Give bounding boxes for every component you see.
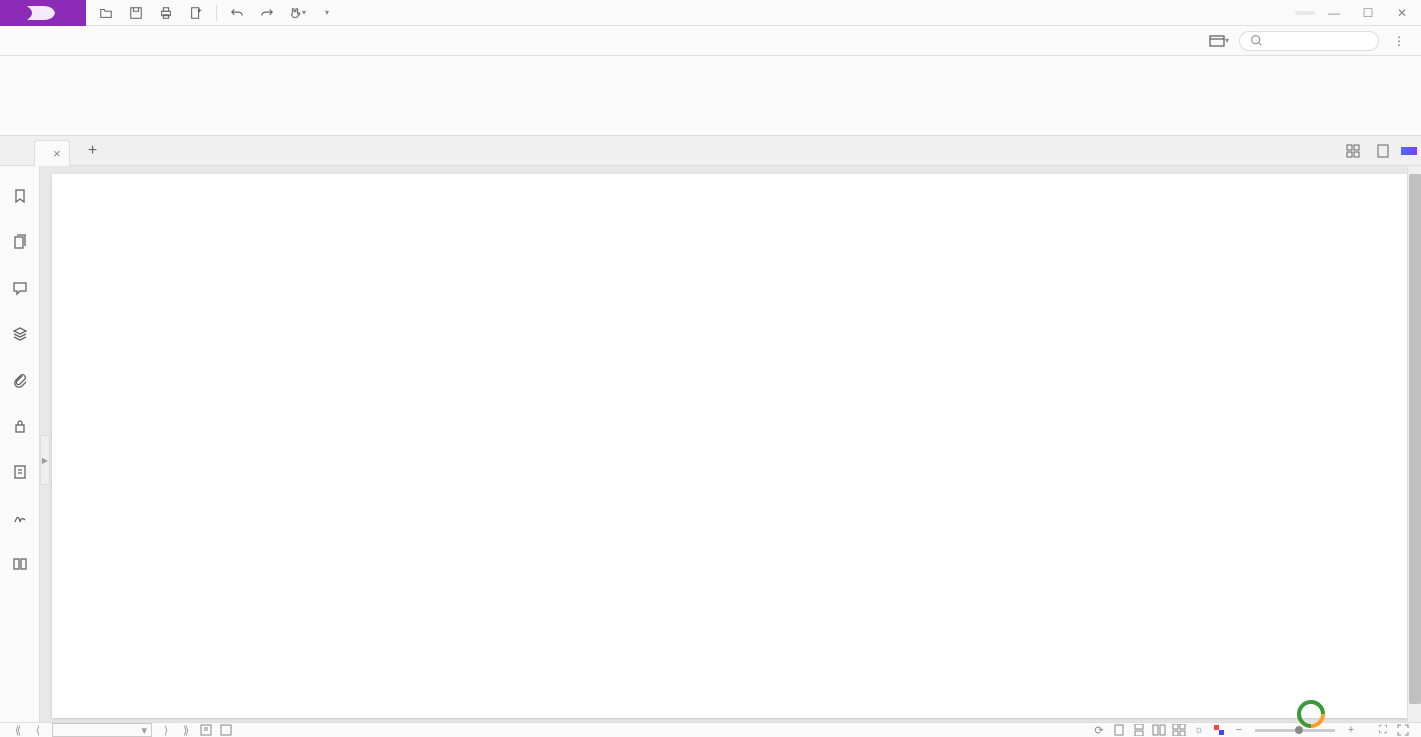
pdf-page — [52, 174, 1411, 718]
fields-panel-icon[interactable] — [8, 460, 32, 484]
left-sidebar — [0, 166, 40, 722]
promo-banner[interactable] — [1401, 147, 1417, 155]
search-box[interactable] — [1239, 31, 1379, 51]
brightness-icon[interactable]: ☼ — [1189, 723, 1209, 737]
document-tab[interactable]: × — [34, 140, 70, 166]
view-options-icon[interactable]: ▾ — [1207, 29, 1231, 53]
facing-icon[interactable] — [1149, 723, 1169, 737]
more-icon[interactable]: ⋮ — [1387, 29, 1411, 53]
page-number-input[interactable]: ▾ — [52, 723, 152, 737]
qat-dropdown-icon[interactable]: ▾ — [313, 1, 341, 25]
statusbar: ⟪ ⟨ ▾ ⟩ ⟫ ⟳ ☼ − + ⛶ — [0, 722, 1421, 737]
single-view-icon[interactable] — [1371, 139, 1395, 163]
vertical-scrollbar[interactable] — [1407, 166, 1421, 722]
close-button[interactable]: ✕ — [1387, 1, 1417, 25]
zoom-out-button[interactable]: − — [1229, 723, 1249, 737]
new-doc-icon[interactable] — [182, 1, 210, 25]
search-icon — [1250, 34, 1263, 47]
document-view[interactable] — [40, 166, 1421, 722]
save-icon[interactable] — [122, 1, 150, 25]
login-button[interactable] — [1295, 11, 1315, 15]
main-area: ▶ — [0, 166, 1421, 722]
continuous-icon[interactable] — [1129, 723, 1149, 737]
layers-panel-icon[interactable] — [8, 322, 32, 346]
single-page-icon[interactable] — [1109, 723, 1129, 737]
signature-panel-icon[interactable] — [8, 506, 32, 530]
security-panel-icon[interactable] — [8, 414, 32, 438]
search-input[interactable] — [1263, 34, 1363, 48]
fullscreen-icon[interactable] — [1393, 723, 1413, 737]
open-icon[interactable] — [92, 1, 120, 25]
minimize-button[interactable]: — — [1319, 1, 1349, 25]
pages-panel-icon[interactable] — [8, 230, 32, 254]
watermark-logo-icon — [1296, 699, 1326, 729]
last-page-button[interactable]: ⟫ — [176, 723, 196, 737]
attachments-panel-icon[interactable] — [8, 368, 32, 392]
titlebar: ▾ ▾ — ☐ ✕ — [0, 0, 1421, 26]
next-page-button[interactable]: ⟩ — [156, 723, 176, 737]
color-icon[interactable] — [1209, 723, 1229, 737]
comments-panel-icon[interactable] — [8, 276, 32, 300]
app-logo[interactable] — [0, 0, 86, 26]
hand-icon[interactable]: ▾ — [283, 1, 311, 25]
auto-scroll-icon[interactable]: ⟳ — [1089, 723, 1109, 737]
maximize-button[interactable]: ☐ — [1353, 1, 1383, 25]
redo-icon[interactable] — [253, 1, 281, 25]
ribbon-toolbar — [0, 56, 1421, 136]
grid-view-icon[interactable] — [1341, 139, 1365, 163]
close-tab-icon[interactable]: × — [53, 146, 61, 161]
menubar: ▾ ⋮ — [0, 26, 1421, 56]
zoom-in-button[interactable]: + — [1341, 723, 1361, 737]
prev-page-button[interactable]: ⟨ — [28, 723, 48, 737]
document-tabbar: × + — [0, 136, 1421, 166]
first-page-button[interactable]: ⟪ — [8, 723, 28, 737]
reflow2-icon[interactable] — [216, 723, 236, 737]
add-tab-button[interactable]: + — [80, 138, 106, 164]
bookmark-panel-icon[interactable] — [8, 184, 32, 208]
undo-icon[interactable] — [223, 1, 251, 25]
print-icon[interactable] — [152, 1, 180, 25]
quick-access-toolbar: ▾ ▾ — [86, 1, 347, 25]
continuous-facing-icon[interactable] — [1169, 723, 1189, 737]
reflow-icon[interactable] — [196, 723, 216, 737]
fit-page-icon[interactable]: ⛶ — [1373, 723, 1393, 737]
compare-panel-icon[interactable] — [8, 552, 32, 576]
